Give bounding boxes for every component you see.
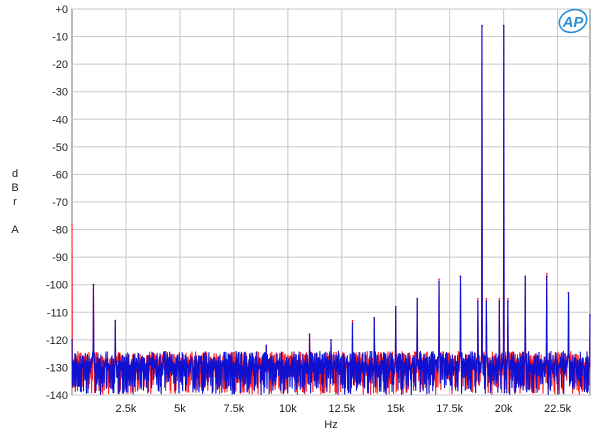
x-tick-label: 20k bbox=[495, 403, 513, 415]
x-tick-labels: 2.5k 5k 7.5k 10k 12.5k 15k 17.5k 20k 22.5k bbox=[116, 403, 572, 415]
fft-spectrum-chart: +0 -10 -20 -30 -40 -50 -60 -70 -80 -90 -100 -110 -12… bbox=[11, 4, 591, 431]
y-tick-label: -100 bbox=[46, 280, 68, 292]
y-axis-label-char: B bbox=[11, 182, 18, 194]
peak-point bbox=[416, 297, 419, 300]
y-tick-label: -20 bbox=[52, 59, 68, 71]
peak-point bbox=[476, 297, 479, 300]
y-tick-label: -90 bbox=[52, 252, 68, 264]
y-tick-labels: +0 -10 -20 -30 -40 -50 -60 -70 -80 -90 -100 -110 -12… bbox=[46, 4, 68, 402]
peak-point bbox=[351, 322, 354, 325]
y-tick-label: -10 bbox=[52, 32, 68, 44]
peak-point bbox=[373, 317, 375, 319]
y-tick-label: -40 bbox=[52, 114, 68, 126]
y-tick-label: -80 bbox=[52, 225, 68, 237]
peak-point bbox=[71, 339, 73, 341]
x-tick-label: 5k bbox=[174, 403, 186, 415]
y-tick-label: -70 bbox=[52, 197, 68, 209]
y-tick-label: -30 bbox=[52, 87, 68, 99]
y-tick-label: -50 bbox=[52, 142, 68, 154]
y-axis-label: dBr A bbox=[11, 168, 19, 236]
y-axis-label-char: d bbox=[12, 168, 18, 180]
peak-point bbox=[114, 319, 116, 322]
y-tick-label: -110 bbox=[47, 307, 68, 319]
y-tick-label: -130 bbox=[46, 362, 68, 374]
peak-point bbox=[438, 281, 440, 283]
peak-point bbox=[498, 297, 501, 300]
x-tick-label: 12.5k bbox=[328, 403, 355, 415]
peak-point bbox=[71, 223, 73, 225]
y-tick-label: -120 bbox=[46, 335, 68, 347]
peak-point bbox=[546, 275, 548, 278]
y-tick-label: -60 bbox=[52, 169, 68, 181]
y-axis-label-char: A bbox=[11, 224, 19, 236]
peak-point bbox=[476, 300, 479, 303]
peak-point bbox=[459, 275, 462, 278]
peak-point bbox=[330, 339, 332, 341]
peak-point bbox=[502, 24, 505, 27]
ap-logo-text: AP bbox=[562, 14, 585, 31]
x-tick-label: 15k bbox=[387, 403, 405, 415]
peak-point bbox=[394, 305, 397, 308]
peak-point bbox=[351, 319, 354, 322]
x-axis-label: Hz bbox=[324, 419, 337, 431]
peak-point bbox=[265, 344, 268, 347]
peak-point bbox=[438, 278, 440, 281]
peak-point bbox=[589, 314, 591, 316]
peak-point bbox=[498, 300, 501, 303]
x-tick-label: 7.5k bbox=[223, 403, 244, 415]
x-tick-label: 2.5k bbox=[116, 403, 137, 415]
x-tick-label: 17.5k bbox=[436, 403, 463, 415]
peak-point bbox=[481, 24, 483, 27]
peak-point bbox=[485, 297, 488, 300]
y-tick-label: +0 bbox=[55, 4, 68, 16]
x-tick-label: 10k bbox=[279, 403, 297, 415]
peak-point bbox=[308, 333, 311, 336]
peak-point bbox=[485, 300, 488, 303]
y-axis-label-char: r bbox=[13, 196, 17, 208]
peak-point bbox=[507, 300, 509, 303]
peak-point bbox=[92, 283, 95, 286]
peak-point bbox=[524, 275, 527, 278]
y-tick-label: -140 bbox=[46, 390, 68, 402]
x-tick-label: 22.5k bbox=[544, 403, 571, 415]
peak-point bbox=[546, 272, 548, 275]
peak-point bbox=[507, 297, 509, 300]
peak-point bbox=[567, 292, 570, 294]
